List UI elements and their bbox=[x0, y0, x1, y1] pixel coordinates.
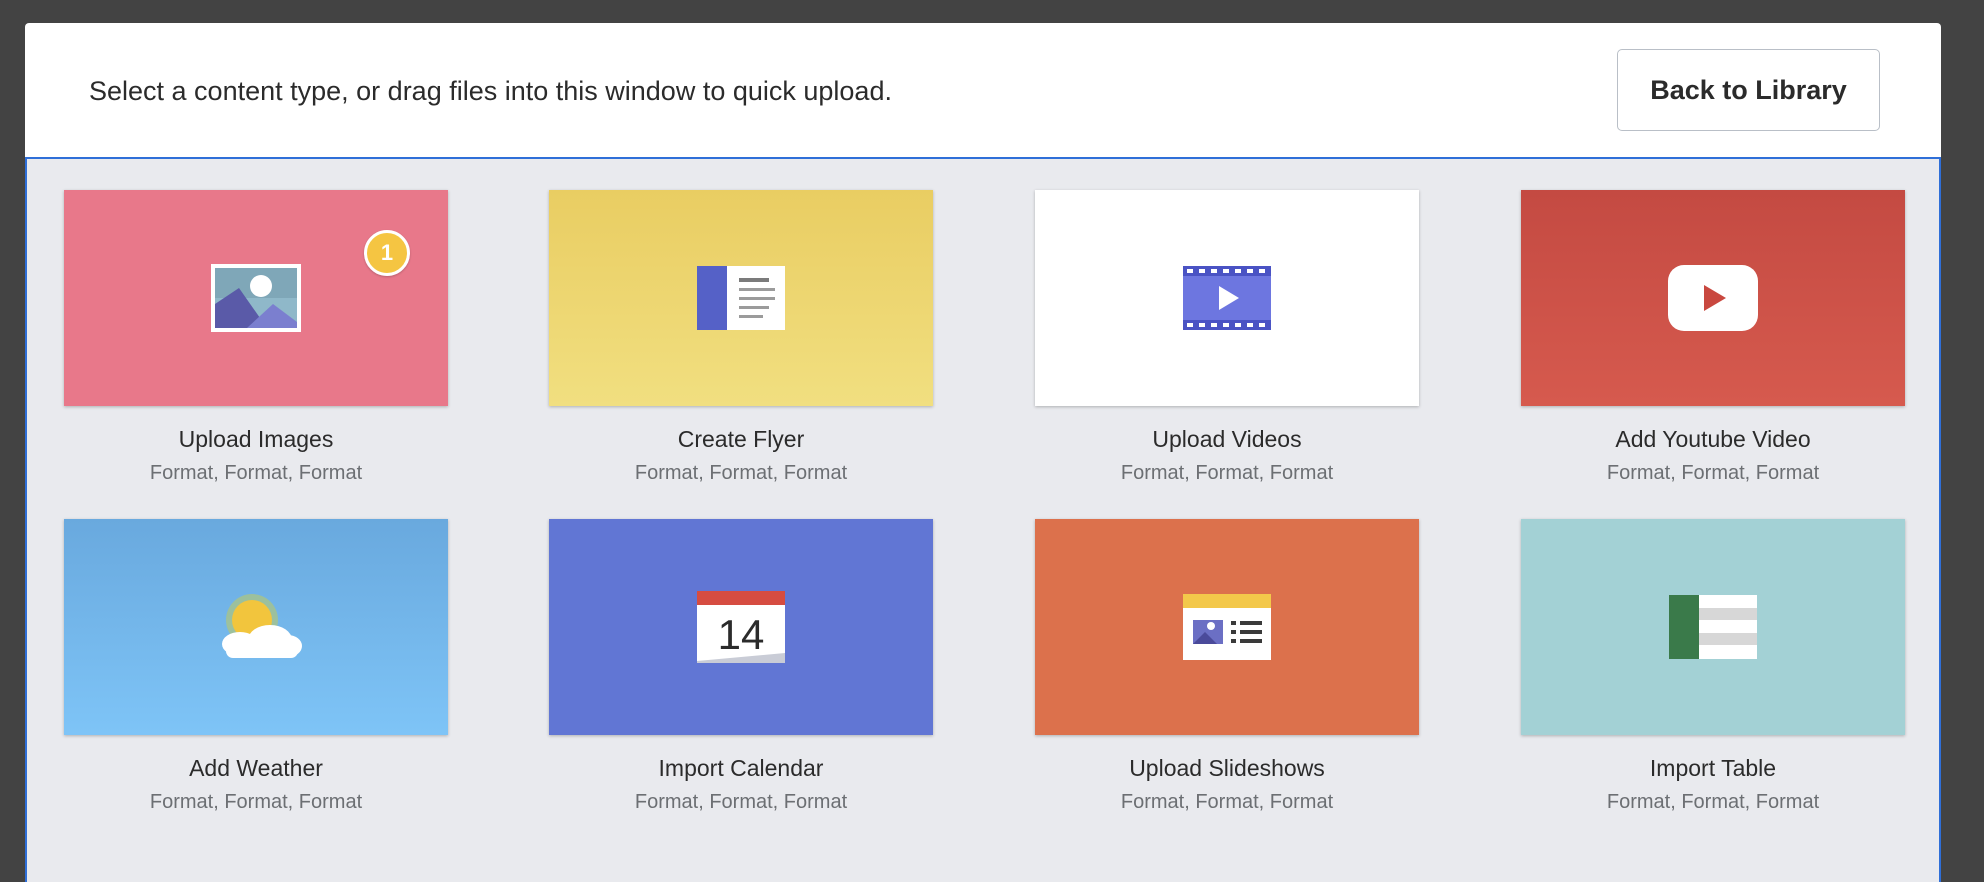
card-add-youtube-video[interactable]: Add Youtube Video Format, Format, Format bbox=[1521, 190, 1905, 485]
card-formats: Format, Format, Format bbox=[1606, 462, 1820, 484]
import-table-tile[interactable] bbox=[1521, 519, 1905, 735]
file-drop-zone[interactable]: 1 Upload Images Format, Format, Format C… bbox=[25, 159, 1941, 882]
card-formats: Format, Format, Format bbox=[634, 462, 848, 484]
card-title: Add Youtube Video bbox=[1615, 426, 1811, 452]
modal-header: Select a content type, or drag files int… bbox=[25, 23, 1941, 159]
card-add-weather[interactable]: Add Weather Format, Format, Format bbox=[64, 519, 448, 814]
card-upload-images[interactable]: 1 Upload Images Format, Format, Format bbox=[64, 190, 448, 485]
back-to-library-button[interactable]: Back to Library bbox=[1617, 49, 1880, 131]
image-icon bbox=[211, 264, 301, 332]
card-create-flyer[interactable]: Create Flyer Format, Format, Format bbox=[549, 190, 933, 485]
add-youtube-video-tile[interactable] bbox=[1521, 190, 1905, 406]
youtube-icon bbox=[1668, 265, 1758, 331]
card-upload-slideshows[interactable]: Upload Slideshows Format, Format, Format bbox=[1035, 519, 1419, 814]
upload-slideshows-tile[interactable] bbox=[1035, 519, 1419, 735]
slideshow-icon bbox=[1183, 594, 1271, 660]
card-upload-videos[interactable]: Upload Videos Format, Format, Format bbox=[1035, 190, 1419, 485]
card-title: Import Calendar bbox=[658, 755, 824, 781]
card-import-table[interactable]: Import Table Format, Format, Format bbox=[1521, 519, 1905, 814]
create-flyer-tile[interactable] bbox=[549, 190, 933, 406]
import-calendar-tile[interactable]: 14 bbox=[549, 519, 933, 735]
card-title: Create Flyer bbox=[677, 426, 805, 452]
upload-videos-tile[interactable] bbox=[1035, 190, 1419, 406]
card-formats: Format, Format, Format bbox=[149, 462, 363, 484]
card-title: Upload Images bbox=[178, 426, 334, 452]
card-title: Upload Videos bbox=[1152, 426, 1302, 452]
weather-icon bbox=[222, 594, 302, 658]
video-icon bbox=[1183, 266, 1271, 330]
table-icon bbox=[1669, 595, 1757, 659]
calendar-icon: 14 bbox=[697, 591, 785, 663]
flyer-icon bbox=[697, 266, 785, 330]
card-title: Upload Slideshows bbox=[1129, 755, 1325, 781]
upload-images-tile[interactable]: 1 bbox=[64, 190, 448, 406]
card-formats: Format, Format, Format bbox=[1606, 791, 1820, 813]
card-formats: Format, Format, Format bbox=[1120, 462, 1334, 484]
card-formats: Format, Format, Format bbox=[149, 791, 363, 813]
add-weather-tile[interactable] bbox=[64, 519, 448, 735]
card-title: Add Weather bbox=[189, 755, 323, 781]
card-import-calendar[interactable]: 14 Import Calendar Format, Format, Forma… bbox=[549, 519, 933, 814]
card-formats: Format, Format, Format bbox=[1120, 791, 1334, 813]
card-formats: Format, Format, Format bbox=[634, 791, 848, 813]
card-title: Import Table bbox=[1649, 755, 1777, 781]
calendar-date-text: 14 bbox=[718, 611, 765, 658]
content-type-modal: Select a content type, or drag files int… bbox=[25, 23, 1941, 882]
instructions-text: Select a content type, or drag files int… bbox=[89, 76, 892, 106]
upload-count-badge: 1 bbox=[364, 230, 410, 276]
